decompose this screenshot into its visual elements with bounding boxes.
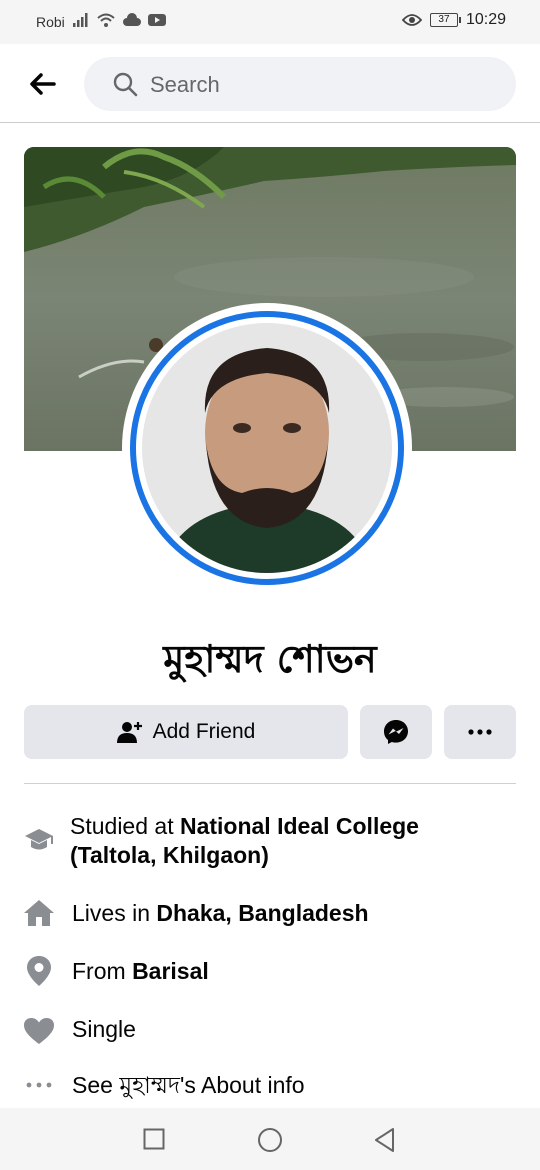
ellipsis-icon	[22, 1082, 56, 1088]
recent-apps-icon[interactable]	[143, 1128, 165, 1150]
eye-icon	[401, 14, 422, 26]
clock: 10:29	[465, 11, 506, 28]
add-friend-icon	[116, 722, 142, 743]
status-bar: Robi 37 10:29	[0, 0, 540, 44]
signal-icon	[73, 13, 88, 27]
profile-story-ring	[130, 311, 404, 585]
messenger-icon	[384, 720, 408, 744]
search-icon	[113, 72, 138, 97]
system-nav-bar	[0, 1108, 540, 1170]
see-about-info-link[interactable]: See মুহাম্মদ's About info	[72, 1071, 512, 1100]
intro-education-text: Studied at National Ideal College (Talto…	[70, 813, 419, 868]
profile-name: মুহাম্মদ শোভন	[163, 637, 377, 681]
arrow-left-icon	[30, 73, 56, 95]
add-friend-label: Add Friend	[152, 720, 256, 743]
top-nav: Search	[0, 44, 540, 123]
more-options-button[interactable]	[444, 705, 516, 759]
location-pin-icon	[22, 955, 56, 987]
profile-picture[interactable]	[122, 303, 412, 593]
add-friend-button[interactable]: Add Friend	[24, 705, 348, 759]
battery-indicator: 37	[429, 13, 461, 27]
divider	[24, 783, 516, 784]
more-icon	[468, 729, 492, 735]
cloud-icon	[123, 13, 141, 26]
message-button[interactable]	[360, 705, 432, 759]
avatar	[142, 323, 392, 573]
current-city-link[interactable]: Dhaka, Bangladesh	[156, 900, 368, 926]
hometown-link[interactable]: Barisal	[132, 958, 209, 984]
search-input[interactable]: Search	[84, 57, 516, 111]
heart-icon	[22, 1017, 56, 1045]
wifi-icon	[97, 13, 115, 27]
status-icons-right: 37 10:29	[401, 11, 506, 29]
home-button-icon[interactable]	[257, 1127, 283, 1153]
intro-from-text: From Barisal	[72, 958, 209, 984]
search-placeholder: Search	[150, 72, 220, 97]
relationship-status: Single	[72, 1016, 136, 1042]
back-nav-icon[interactable]	[373, 1127, 397, 1153]
youtube-icon	[148, 14, 166, 26]
back-button[interactable]	[22, 66, 62, 102]
status-icons-left	[72, 12, 166, 28]
graduation-cap-icon	[22, 826, 56, 854]
intro-lives-text: Lives in Dhaka, Bangladesh	[72, 900, 369, 926]
home-icon	[22, 898, 56, 928]
carrier-name: Robi	[36, 14, 65, 30]
